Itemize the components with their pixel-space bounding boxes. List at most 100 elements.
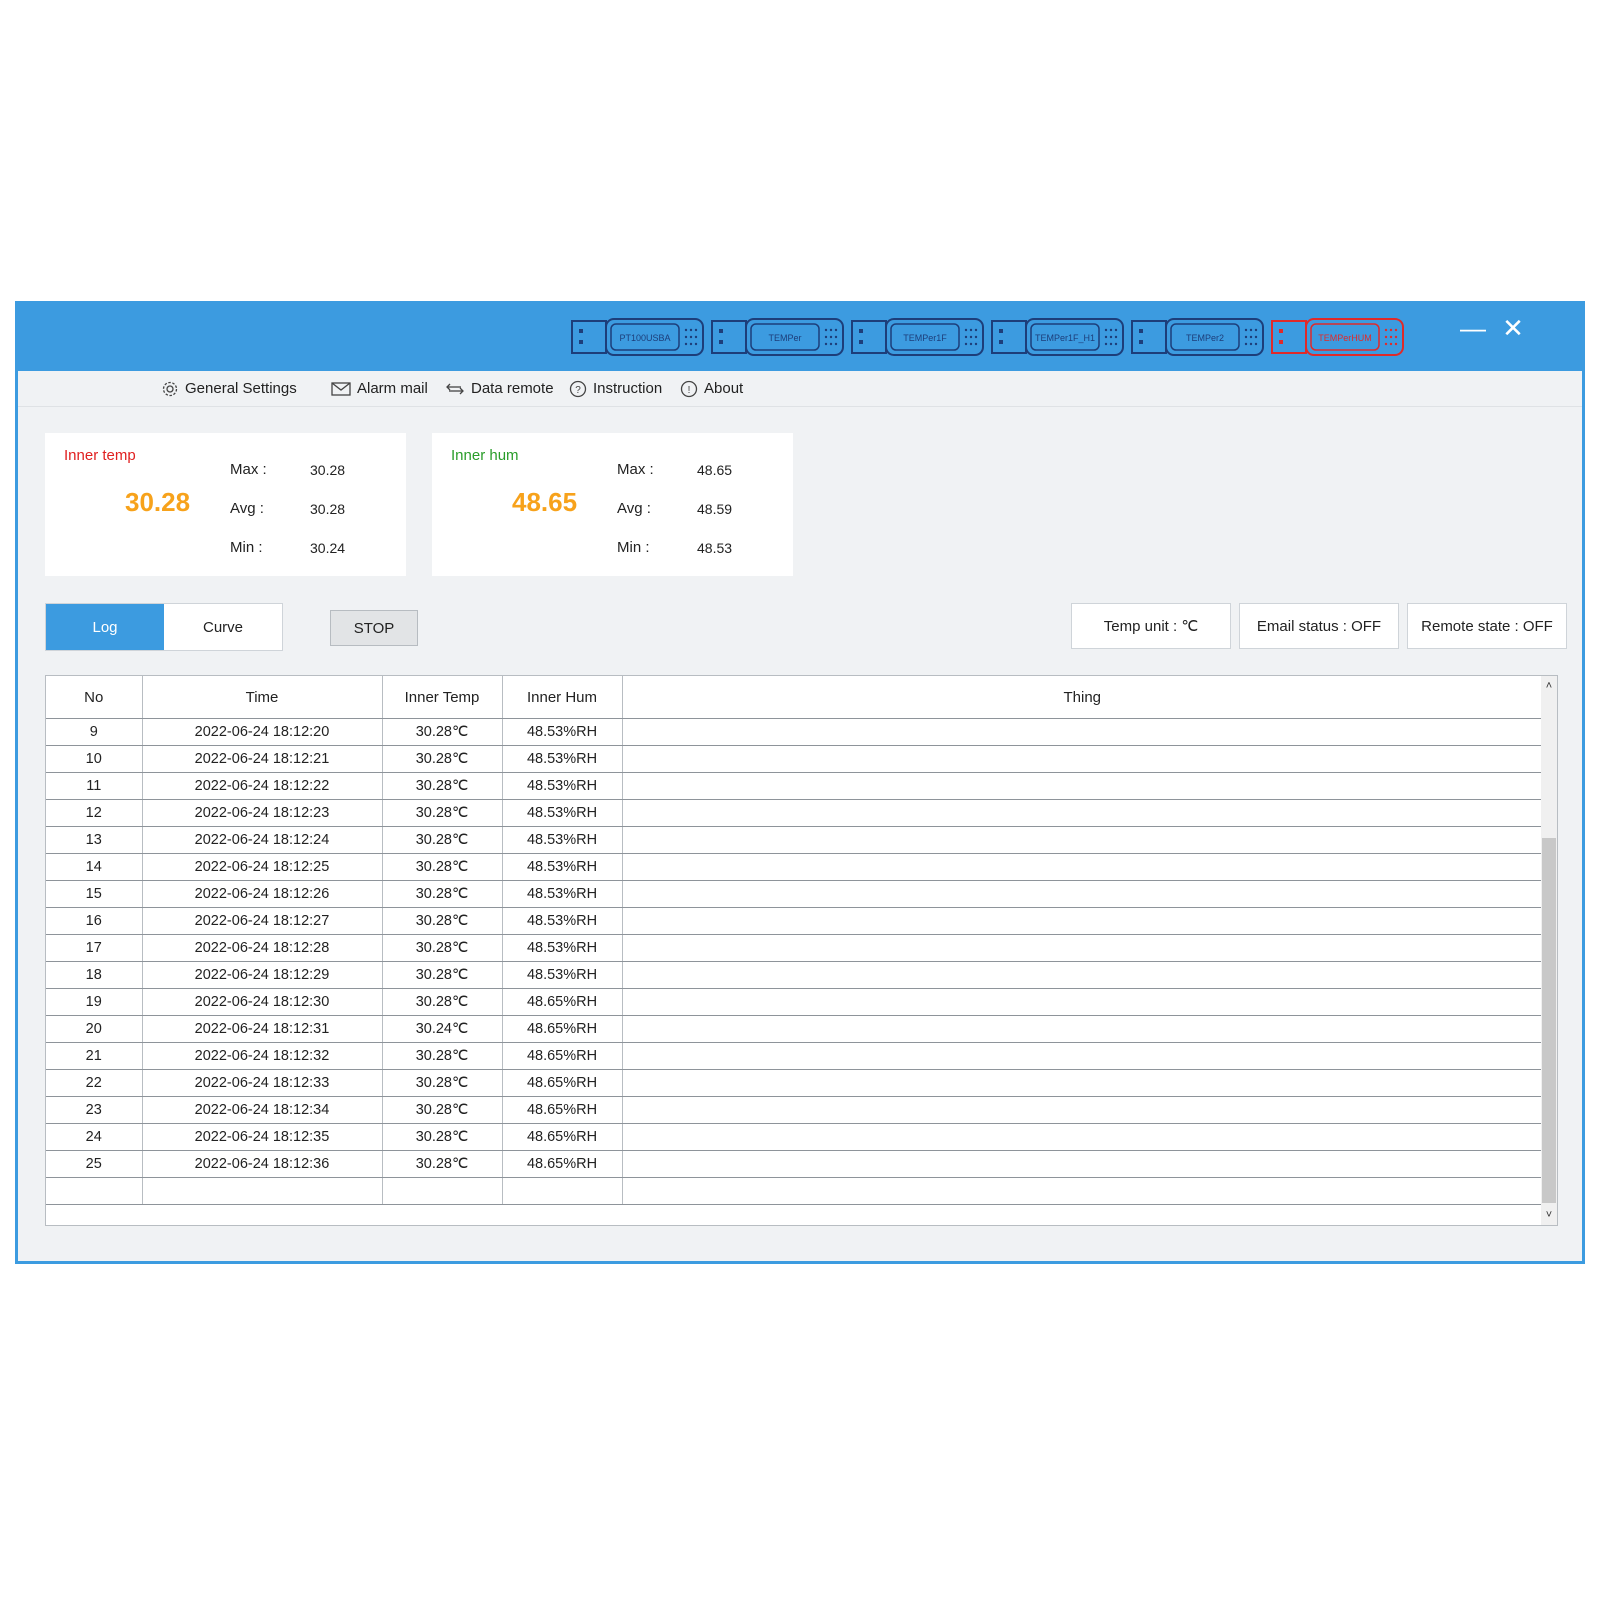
menu-general-settings-label: General Settings xyxy=(185,380,297,397)
cell-thing xyxy=(622,934,1543,962)
cell-no: 12 xyxy=(46,799,143,827)
table-row[interactable]: 23 2022-06-24 18:12:34 30.28℃ 48.65%RH xyxy=(46,1096,1543,1124)
col-header-thing[interactable]: Thing xyxy=(622,676,1543,719)
cell-inner-temp: 30.28℃ xyxy=(382,1096,503,1124)
cell-inner-temp: 30.28℃ xyxy=(382,1123,503,1151)
cell-thing xyxy=(622,1150,1543,1178)
cell-time: 2022-06-24 18:12:22 xyxy=(142,772,383,800)
cell-inner-temp: 30.28℃ xyxy=(382,718,503,746)
table-row[interactable]: 10 2022-06-24 18:12:21 30.28℃ 48.53%RH xyxy=(46,745,1543,773)
title-bar: PT100USBA TEMPer TEMPer1F TEMPer1F_H1 TEMPer… xyxy=(18,304,1582,371)
table-row[interactable] xyxy=(46,1177,1543,1205)
menu-alarm-mail[interactable]: Alarm mail xyxy=(331,371,428,406)
temp-min-label: Min : xyxy=(230,539,263,556)
scroll-up-icon[interactable]: ˄ xyxy=(1541,678,1557,694)
device-5-usb-icon[interactable]: TEMPer2 xyxy=(1131,318,1265,356)
transfer-icon xyxy=(446,383,464,394)
scrollbar-thumb[interactable] xyxy=(1542,838,1556,1203)
cell-thing xyxy=(622,988,1543,1016)
tab-log[interactable]: Log xyxy=(46,604,164,650)
device-3-usb-icon[interactable]: TEMPer1F xyxy=(851,318,985,356)
cell-thing xyxy=(622,1042,1543,1070)
vertical-scrollbar[interactable]: ˄ ˅ xyxy=(1541,676,1557,1225)
cell-time: 2022-06-24 18:12:23 xyxy=(142,799,383,827)
minimize-icon[interactable]: — xyxy=(1455,310,1491,346)
cell-thing xyxy=(622,880,1543,908)
cell-time: 2022-06-24 18:12:28 xyxy=(142,934,383,962)
cell-inner-temp: 30.28℃ xyxy=(382,1150,503,1178)
table-row[interactable]: 21 2022-06-24 18:12:32 30.28℃ 48.65%RH xyxy=(46,1042,1543,1070)
device-2-usb-icon[interactable]: TEMPer xyxy=(711,318,845,356)
hum-min-label: Min : xyxy=(617,539,650,556)
device-1-usb-icon[interactable]: PT100USBA xyxy=(571,318,705,356)
cell-inner-hum: 48.53%RH xyxy=(502,907,623,935)
table-body: 9 2022-06-24 18:12:20 30.28℃ 48.53%RH 10 2022… xyxy=(46,718,1543,1205)
hum-card: Inner hum 48.65 Max : 48.65 Avg : 48.59 … xyxy=(432,433,793,576)
menu-instruction[interactable]: ? Instruction xyxy=(569,371,662,406)
menu-about[interactable]: ! About xyxy=(680,371,743,406)
table-row[interactable]: 19 2022-06-24 18:12:30 30.28℃ 48.65%RH xyxy=(46,988,1543,1016)
view-tabs: Log Curve xyxy=(45,603,283,651)
temp-unit-status[interactable]: Temp unit : ℃ xyxy=(1071,603,1231,649)
col-header-time[interactable]: Time xyxy=(142,676,383,719)
stop-button[interactable]: STOP xyxy=(330,610,418,646)
temp-max-value: 30.28 xyxy=(310,462,346,478)
cell-thing xyxy=(622,1123,1543,1151)
cell-time: 2022-06-24 18:12:26 xyxy=(142,880,383,908)
cell-no: 10 xyxy=(46,745,143,773)
hum-min-value: 48.53 xyxy=(697,540,733,556)
cell-inner-hum: 48.53%RH xyxy=(502,745,623,773)
cell-no: 23 xyxy=(46,1096,143,1124)
menu-data-remote[interactable]: Data remote xyxy=(445,371,554,406)
col-header-no[interactable]: No xyxy=(46,676,143,719)
table-row[interactable]: 20 2022-06-24 18:12:31 30.24℃ 48.65%RH xyxy=(46,1015,1543,1043)
device-4-usb-icon[interactable]: TEMPer1F_H1 xyxy=(991,318,1125,356)
table-row[interactable]: 24 2022-06-24 18:12:35 30.28℃ 48.65%RH xyxy=(46,1123,1543,1151)
menu-bar: General Settings Alarm mail Data remote … xyxy=(18,371,1582,407)
cell-inner-hum: 48.53%RH xyxy=(502,934,623,962)
cell-time: 2022-06-24 18:12:33 xyxy=(142,1069,383,1097)
cell-thing xyxy=(622,907,1543,935)
table-row[interactable]: 25 2022-06-24 18:12:36 30.28℃ 48.65%RH xyxy=(46,1150,1543,1178)
app-window: PT100USBA TEMPer TEMPer1F TEMPer1F_H1 TEMPer… xyxy=(15,301,1585,1264)
device-6-usb-icon[interactable]: TEMPerHUM xyxy=(1271,318,1405,356)
table-row[interactable]: 17 2022-06-24 18:12:28 30.28℃ 48.53%RH xyxy=(46,934,1543,962)
cell-no: 18 xyxy=(46,961,143,989)
mail-icon xyxy=(331,381,351,396)
hum-max-value: 48.65 xyxy=(697,462,733,478)
col-header-inner-temp[interactable]: Inner Temp xyxy=(382,676,503,719)
table-row[interactable]: 22 2022-06-24 18:12:33 30.28℃ 48.65%RH xyxy=(46,1069,1543,1097)
table-row[interactable]: 14 2022-06-24 18:12:25 30.28℃ 48.53%RH xyxy=(46,853,1543,881)
table-row[interactable]: 11 2022-06-24 18:12:22 30.28℃ 48.53%RH xyxy=(46,772,1543,800)
cell-inner-hum: 48.53%RH xyxy=(502,718,623,746)
cell-no: 17 xyxy=(46,934,143,962)
cell-inner-hum: 48.53%RH xyxy=(502,853,623,881)
close-icon[interactable]: ✕ xyxy=(1495,310,1531,346)
remote-status[interactable]: Remote state : OFF xyxy=(1407,603,1567,649)
table-row[interactable]: 9 2022-06-24 18:12:20 30.28℃ 48.53%RH xyxy=(46,718,1543,746)
tab-curve[interactable]: Curve xyxy=(164,604,282,650)
menu-general-settings[interactable]: General Settings xyxy=(161,371,297,406)
cell-no: 24 xyxy=(46,1123,143,1151)
table-row[interactable]: 12 2022-06-24 18:12:23 30.28℃ 48.53%RH xyxy=(46,799,1543,827)
table-row[interactable]: 18 2022-06-24 18:12:29 30.28℃ 48.53%RH xyxy=(46,961,1543,989)
table-row[interactable]: 16 2022-06-24 18:12:27 30.28℃ 48.53%RH xyxy=(46,907,1543,935)
cell-time: 2022-06-24 18:12:34 xyxy=(142,1096,383,1124)
menu-alarm-mail-label: Alarm mail xyxy=(357,380,428,397)
table-row[interactable]: 15 2022-06-24 18:12:26 30.28℃ 48.53%RH xyxy=(46,880,1543,908)
col-header-inner-hum[interactable]: Inner Hum xyxy=(502,676,623,719)
table-row[interactable]: 13 2022-06-24 18:12:24 30.28℃ 48.53%RH xyxy=(46,826,1543,854)
temp-avg-label: Avg : xyxy=(230,500,264,517)
log-table: No Time Inner Temp Inner Hum Thing 9 2022… xyxy=(45,675,1558,1226)
cell-no: 13 xyxy=(46,826,143,854)
hum-avg-value: 48.59 xyxy=(697,501,733,517)
cell-time: 2022-06-24 18:12:25 xyxy=(142,853,383,881)
email-status[interactable]: Email status : OFF xyxy=(1239,603,1399,649)
cell-inner-hum: 48.53%RH xyxy=(502,772,623,800)
temp-current-value: 30.28 xyxy=(125,487,191,517)
hum-max-label: Max : xyxy=(617,461,654,478)
cell-thing xyxy=(622,1069,1543,1097)
scroll-down-icon[interactable]: ˅ xyxy=(1541,1207,1557,1223)
svg-text:?: ? xyxy=(575,385,581,396)
hum-avg-label: Avg : xyxy=(617,500,651,517)
